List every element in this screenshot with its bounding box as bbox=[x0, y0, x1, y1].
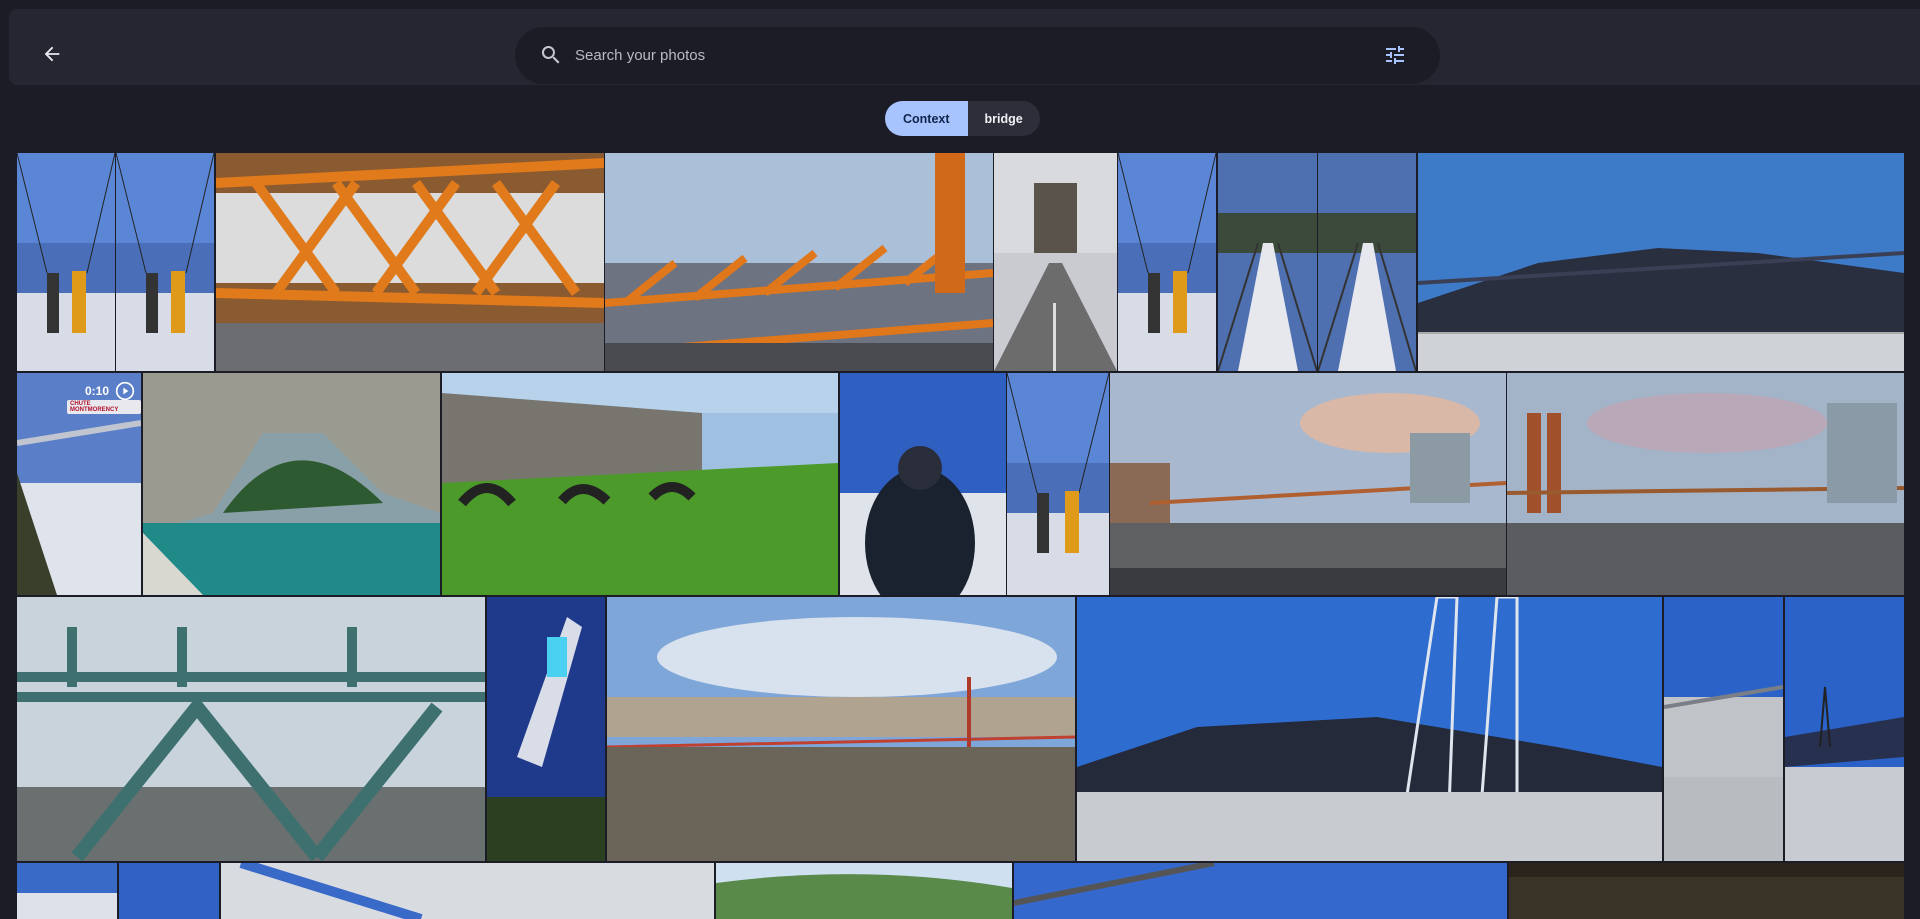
video-location-tag: CHUTE MONTMORENCY bbox=[67, 400, 141, 414]
photo-thumbnail[interactable] bbox=[840, 373, 1006, 595]
photo-grid: 0:10 CHUTE MONTMORENCY bbox=[0, 0, 1920, 919]
photo-thumbnail[interactable] bbox=[1118, 153, 1216, 371]
video-thumbnail[interactable]: 0:10 CHUTE MONTMORENCY bbox=[17, 373, 141, 595]
photo-thumbnail[interactable] bbox=[1418, 153, 1904, 371]
photo-thumbnail[interactable] bbox=[1664, 597, 1783, 861]
photo-thumbnail[interactable] bbox=[994, 153, 1117, 371]
photo-thumbnail[interactable] bbox=[607, 597, 1075, 861]
photo-thumbnail[interactable] bbox=[1507, 373, 1904, 595]
photo-thumbnail[interactable] bbox=[216, 153, 604, 371]
photo-thumbnail[interactable] bbox=[1077, 597, 1662, 861]
photo-thumbnail[interactable] bbox=[143, 373, 440, 595]
photo-thumbnail[interactable] bbox=[1318, 153, 1416, 371]
photo-thumbnail[interactable] bbox=[1014, 863, 1507, 919]
photo-thumbnail[interactable] bbox=[1007, 373, 1109, 595]
photo-thumbnail[interactable] bbox=[605, 153, 993, 371]
photo-thumbnail[interactable] bbox=[487, 597, 605, 861]
photo-thumbnail[interactable] bbox=[221, 863, 714, 919]
photo-thumbnail[interactable] bbox=[716, 863, 1012, 919]
photo-thumbnail[interactable] bbox=[442, 373, 838, 595]
photo-thumbnail[interactable] bbox=[116, 153, 214, 371]
photo-thumbnail[interactable] bbox=[1509, 863, 1904, 919]
photo-thumbnail[interactable] bbox=[1218, 153, 1317, 371]
photo-thumbnail[interactable] bbox=[119, 863, 219, 919]
video-duration: 0:10 bbox=[85, 381, 135, 401]
play-circle-icon bbox=[115, 381, 135, 401]
photo-thumbnail[interactable] bbox=[17, 153, 115, 371]
photo-thumbnail[interactable] bbox=[17, 597, 485, 861]
photo-thumbnail[interactable] bbox=[17, 863, 117, 919]
photo-thumbnail[interactable] bbox=[1110, 373, 1506, 595]
photo-thumbnail[interactable] bbox=[1785, 597, 1904, 861]
